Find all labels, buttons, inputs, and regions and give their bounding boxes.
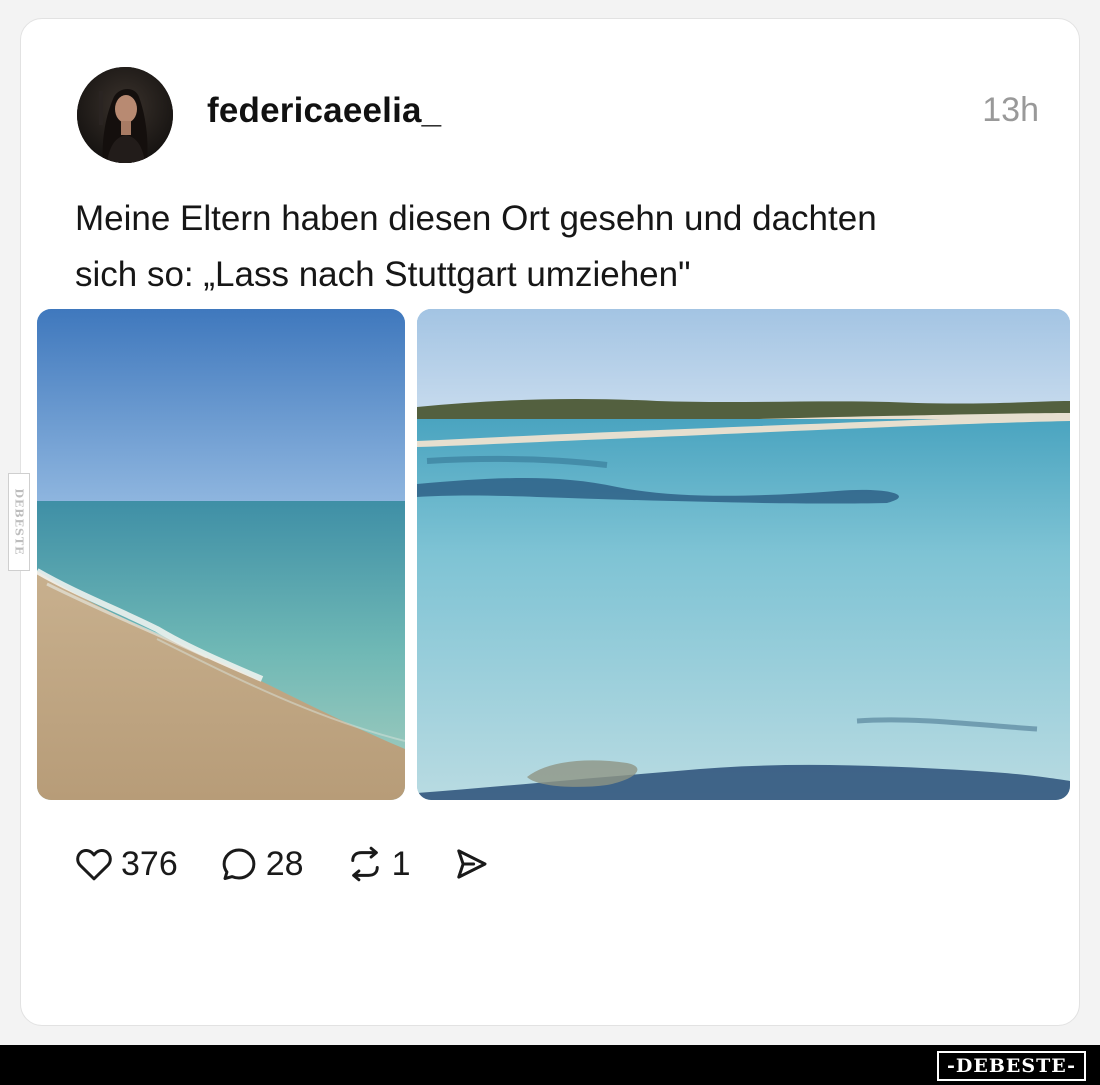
comment-bubble-icon [222,848,256,881]
comment-button[interactable]: 28 [218,843,304,885]
side-watermark-text: DEBESTE [12,488,26,556]
avatar-photo [77,67,173,163]
lagoon-photo [417,309,1070,800]
username[interactable]: federicaeelia_ [207,91,441,131]
footer-watermark-logo: -DEBESTE- [937,1051,1086,1081]
like-button[interactable]: 376 [73,843,178,885]
footer-bar: -DEBESTE- [0,1045,1100,1085]
like-count: 376 [121,844,178,883]
post-image-lagoon[interactable] [417,309,1070,800]
repost-icon [350,846,379,882]
side-watermark: DEBESTE [8,473,30,571]
share-button[interactable] [450,843,492,885]
post-text-line: sich so: „Lass nach Stuttgart umziehen" [75,255,691,294]
post-text-line: Meine Eltern haben diesen Ort gesehn und… [75,199,877,238]
post-card: federicaeelia_ 13h Meine Eltern haben di… [20,18,1080,1026]
beach-shore-photo [37,309,405,800]
post-text: Meine Eltern haben diesen Ort gesehn und… [75,191,1035,303]
comment-count: 28 [265,844,304,883]
send-icon [457,849,487,879]
post-image-beach-shore[interactable] [37,309,405,800]
heart-icon [76,849,112,881]
post-actions: 376 28 1 [73,839,532,889]
repost-count: 1 [391,844,411,883]
repost-button[interactable]: 1 [344,843,411,885]
avatar[interactable] [77,67,173,163]
post-timestamp: 13h [982,91,1039,129]
